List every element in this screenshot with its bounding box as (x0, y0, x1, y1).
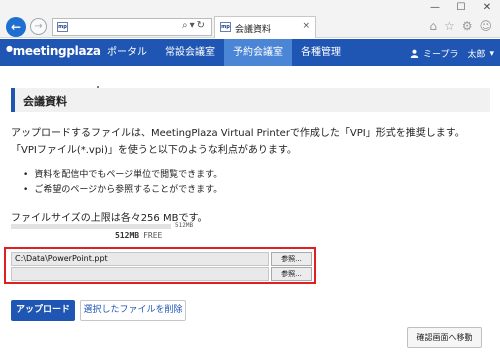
window-controls: — ☐ ✕ (428, 2, 494, 13)
user-icon (410, 49, 419, 58)
bullet-icon: • (23, 170, 29, 180)
description-line-1: アップロードするファイルは、MeetingPlaza Virtual Print… (11, 128, 465, 139)
search-icon[interactable]: ⌕ (182, 20, 190, 31)
user-menu[interactable]: ミープラ 太郎 ▾ (410, 47, 494, 60)
browse-button-1[interactable]: 参照... (271, 252, 312, 266)
dropdown-icon[interactable]: ▾ (190, 20, 197, 31)
bullet-icon: • (23, 185, 29, 195)
home-icon[interactable]: ⌂ (429, 19, 437, 33)
site-favicon-icon: mp (57, 22, 68, 32)
description: アップロードするファイルは、MeetingPlaza Virtual Print… (11, 125, 465, 159)
list-item: • 資料を配信中でもページ単位で閲覧できます。 (23, 168, 222, 183)
arrow-right-icon: → (34, 21, 43, 32)
file-path-input-2[interactable] (11, 267, 269, 281)
favorites-star-icon[interactable]: ☆ (444, 19, 455, 33)
arrow-left-icon: ← (10, 20, 22, 34)
browse-button-2[interactable]: 参照... (271, 267, 312, 281)
browser-chrome: — ☐ ✕ ← → mp ⌕▾↻ mp 会議資料 × ⌂ ☆ ⚙ ☺ (0, 0, 500, 38)
chevron-down-icon: ▾ (489, 48, 494, 59)
address-bar[interactable]: mp ⌕▾↻ (52, 18, 212, 36)
file-row: 参照... (11, 267, 312, 281)
address-bar-actions: ⌕▾↻ (182, 20, 207, 31)
quota-free-value: 512MB (115, 231, 140, 240)
browser-toolbar: ⌂ ☆ ⚙ ☺ (429, 19, 492, 33)
page-title: 会議資料 (23, 95, 67, 108)
tab-title: 会議資料 (235, 25, 272, 35)
file-path-input-1[interactable]: C:\Data\PowerPoint.ppt (11, 252, 269, 266)
upload-button[interactable]: アップロード (11, 300, 75, 321)
quota-free-label: 512MB FREE (115, 231, 162, 240)
refresh-icon[interactable]: ↻ (197, 20, 207, 31)
close-window-button[interactable]: ✕ (480, 2, 494, 13)
benefit-list: • 資料を配信中でもページ単位で閲覧できます。 • ご希望のページから参照することが… (23, 168, 222, 198)
benefit-text: ご希望のページから参照することができます。 (34, 185, 223, 195)
description-line-2: 「VPIファイル(*.vpi)」を使うと以下のような利点があります。 (11, 145, 297, 156)
list-item: • ご希望のページから参照することができます。 (23, 183, 222, 198)
file-select-area: C:\Data\PowerPoint.ppt 参照... 参照... (4, 247, 316, 284)
smiley-feedback-icon[interactable]: ☺ (479, 19, 492, 33)
go-to-confirmation-button[interactable]: 確認画面へ移動 (407, 327, 482, 348)
logo-text: meetingplaza (12, 44, 101, 58)
main-nav: ポータル 常設会議室 予約会議室 各種管理 (98, 39, 350, 66)
tab-favicon-icon: mp (220, 22, 231, 32)
app-navbar: ●meetingplaza ポータル 常設会議室 予約会議室 各種管理 ミープラ… (0, 39, 500, 66)
forward-button[interactable]: → (30, 18, 47, 35)
nav-portal[interactable]: ポータル (98, 39, 156, 66)
browser-tab[interactable]: mp 会議資料 × (214, 16, 316, 38)
maximize-button[interactable]: ☐ (454, 2, 468, 13)
benefit-text: 資料を配信中でもページ単位で閲覧できます。 (34, 170, 223, 180)
nav-administration[interactable]: 各種管理 (292, 39, 350, 66)
minimize-button[interactable]: — (428, 2, 442, 13)
page-heading: 会議資料 (11, 88, 490, 112)
tab-close-icon[interactable]: × (302, 21, 310, 31)
nav-permanent-rooms[interactable]: 常設会議室 (156, 39, 224, 66)
nav-reserved-rooms[interactable]: 予約会議室 (224, 39, 292, 66)
delete-selected-files-button[interactable]: 選択したファイルを削除 (80, 300, 186, 321)
file-row: C:\Data\PowerPoint.ppt 参照... (11, 252, 312, 266)
meetingplaza-logo[interactable]: ●meetingplaza (6, 44, 101, 58)
logo-mark-icon: ● (6, 44, 13, 53)
back-button[interactable]: ← (6, 17, 26, 37)
quota-free-text: FREE (143, 231, 163, 240)
quota-bar (11, 224, 171, 229)
settings-gear-icon[interactable]: ⚙ (462, 19, 473, 33)
user-name: ミープラ 太郎 (423, 50, 486, 60)
quota-max-label: 512MB (175, 222, 194, 229)
